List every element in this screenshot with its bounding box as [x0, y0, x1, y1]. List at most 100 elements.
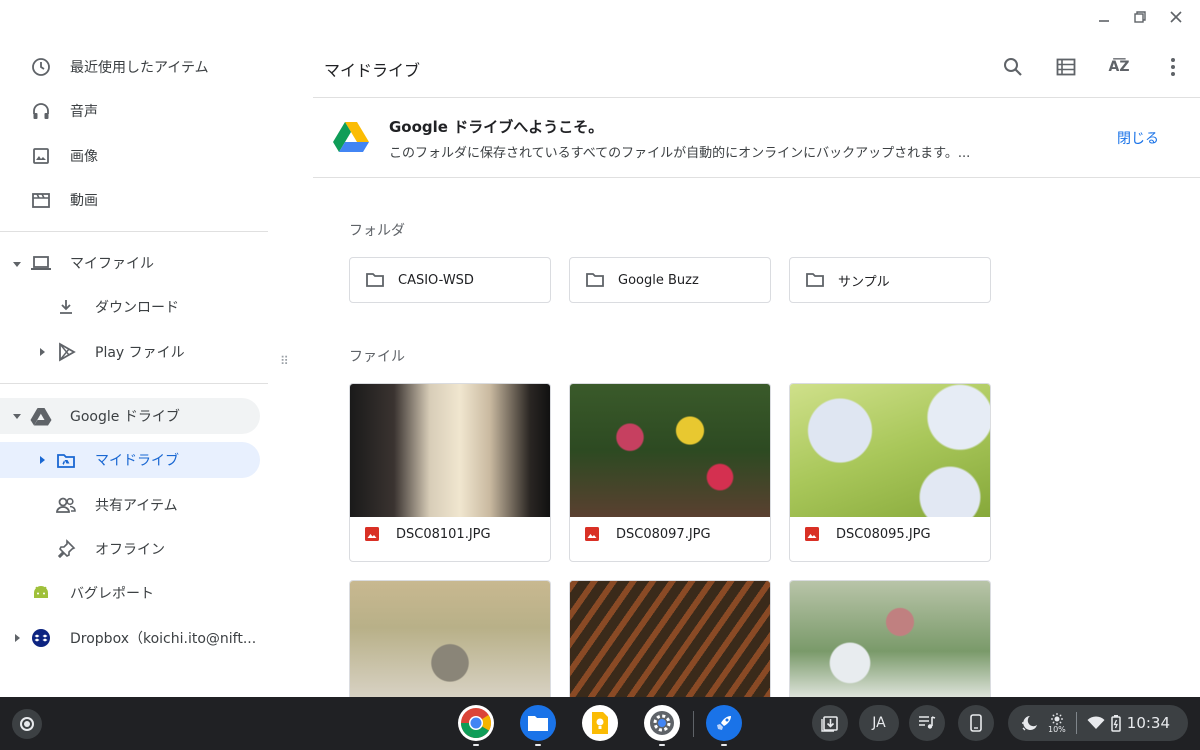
caret-down-icon[interactable] [12, 411, 22, 421]
shelf-divider [693, 711, 694, 737]
image-icon [30, 145, 52, 167]
maximize-icon[interactable] [1126, 6, 1154, 28]
file-item[interactable] [569, 580, 771, 697]
caret-right-icon[interactable] [12, 633, 22, 643]
folder-item[interactable]: CASIO-WSD [349, 257, 551, 303]
shelf: JA 10% 10:34 [0, 697, 1200, 750]
sidebar-item-label: 音声 [70, 104, 98, 120]
folder-icon [366, 273, 384, 287]
caret-down-icon[interactable] [12, 259, 22, 269]
settings-app[interactable] [644, 705, 680, 741]
play-store-icon [55, 341, 77, 363]
wifi-icon [1087, 716, 1105, 729]
sidebar-item-label: マイドライブ [95, 453, 179, 469]
sidebar-item-videos[interactable]: 動画 [30, 182, 98, 218]
search-icon [1004, 58, 1022, 76]
file-name: DSC08097.JPG [616, 526, 711, 542]
sidebar-item-dropbox[interactable]: Dropbox（koichi.ito@nift... [30, 620, 256, 656]
download-tray-icon [821, 716, 838, 732]
file-name: DSC08101.JPG [396, 526, 491, 542]
brightness-value: 10% [1048, 724, 1066, 734]
keep-app[interactable] [582, 705, 618, 741]
sort-az-icon: A͞Z [1108, 59, 1130, 75]
close-banner-button[interactable]: 閉じる [1117, 128, 1159, 148]
file-item[interactable] [789, 580, 991, 697]
file-item[interactable]: DSC08101.JPG [349, 383, 551, 562]
folder-icon [586, 273, 604, 287]
running-indicator [473, 744, 479, 746]
sidebar-item-images[interactable]: 画像 [30, 138, 98, 174]
file-item[interactable]: DSC08095.JPG [789, 383, 991, 562]
file-item[interactable]: DSC08097.JPG [569, 383, 771, 562]
sort-button[interactable]: A͞Z [1106, 54, 1132, 80]
sidebar-item-label: Play ファイル [95, 345, 185, 361]
launcher-icon [20, 717, 34, 731]
folder-item[interactable]: サンプル [789, 257, 991, 303]
list-view-button[interactable] [1053, 54, 1079, 80]
sidebar-item-google-drive[interactable]: Google ドライブ [30, 398, 180, 434]
chrome-icon [461, 708, 491, 739]
sidebar-item-downloads[interactable]: ダウンロード [55, 289, 179, 325]
clock-icon [30, 56, 52, 78]
file-item[interactable] [349, 580, 551, 697]
chrome-app[interactable] [458, 705, 494, 741]
brightness-indicator: 10% [1048, 712, 1066, 734]
rocket-app[interactable] [706, 705, 742, 741]
resize-handle[interactable]: ⠿ [280, 355, 290, 367]
android-icon [30, 582, 52, 604]
clock-time: 10:34 [1126, 714, 1171, 732]
sidebar-item-play-files[interactable]: Play ファイル [55, 334, 185, 370]
people-icon [55, 494, 77, 516]
caret-right-icon[interactable] [37, 347, 47, 357]
keep-icon [592, 712, 608, 734]
sidebar-item-my-files[interactable]: マイファイル [30, 245, 154, 281]
phone-hub-button[interactable] [958, 705, 994, 741]
sidebar-item-label: 画像 [70, 149, 98, 165]
phone-icon [970, 714, 982, 732]
ime-label: JA [872, 715, 886, 731]
photo-thumbnail [570, 581, 770, 697]
sidebar-item-my-drive[interactable]: マイドライブ [55, 442, 179, 478]
sidebar: 最近使用したアイテム 音声 画像 動画 マイファイル ダウンロード Play フ… [0, 0, 268, 697]
system-tray[interactable]: 10% 10:34 [1008, 705, 1188, 741]
minimize-icon[interactable] [1090, 6, 1118, 28]
caret-right-icon[interactable] [37, 455, 47, 465]
photo-thumbnail [570, 384, 770, 517]
sidebar-item-label: Dropbox（koichi.ito@nift... [70, 631, 257, 647]
drive-folder-icon [55, 449, 77, 471]
banner-title: Google ドライブへようこそ。 [389, 118, 604, 136]
close-icon[interactable] [1162, 6, 1190, 28]
folder-name: サンプル [838, 274, 890, 290]
sidebar-item-audio[interactable]: 音声 [30, 93, 98, 129]
media-controls-button[interactable] [909, 705, 945, 741]
night-light-icon [1022, 716, 1037, 731]
sidebar-item-shared[interactable]: 共有アイテム [55, 487, 178, 523]
dropbox-icon [30, 627, 52, 649]
sidebar-item-label: 最近使用したアイテム [70, 60, 209, 76]
page-title: マイドライブ [324, 61, 421, 80]
holding-space-button[interactable] [812, 705, 848, 741]
list-view-icon [1056, 58, 1076, 76]
files-app[interactable] [520, 705, 556, 741]
folder-name: CASIO-WSD [398, 272, 474, 288]
drive-icon [30, 405, 52, 427]
sidebar-item-bug-report[interactable]: バグレポート [30, 575, 154, 611]
launcher-button[interactable] [12, 709, 42, 739]
sidebar-item-recent[interactable]: 最近使用したアイテム [30, 49, 209, 85]
sidebar-item-offline[interactable]: オフライン [55, 531, 165, 567]
running-indicator [535, 744, 541, 746]
photo-thumbnail [350, 384, 550, 517]
image-file-icon [365, 527, 379, 541]
more-options-button[interactable] [1160, 54, 1186, 80]
image-file-icon [585, 527, 599, 541]
ime-button[interactable]: JA [859, 705, 899, 741]
running-indicator [721, 744, 727, 746]
sidebar-item-label: ダウンロード [95, 300, 179, 316]
folder-name: Google Buzz [618, 272, 699, 288]
google-drive-logo-icon [333, 121, 369, 157]
file-name: DSC08095.JPG [836, 526, 931, 542]
search-button[interactable] [1000, 54, 1026, 80]
folder-item[interactable]: Google Buzz [569, 257, 771, 303]
photo-thumbnail [790, 384, 990, 517]
banner-text: このフォルダに保存されているすべてのファイルが自動的にオンラインにバックアップさ… [389, 146, 971, 161]
